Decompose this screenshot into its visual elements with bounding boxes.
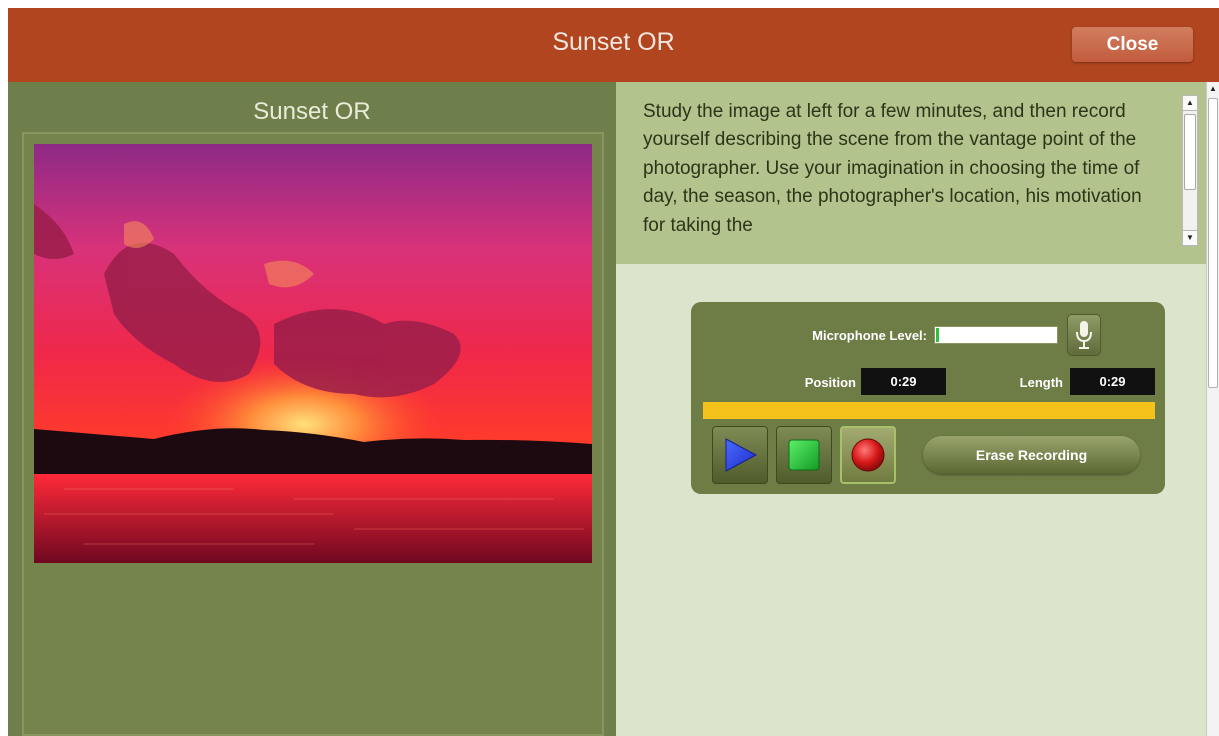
microphone-level-fill — [936, 328, 939, 342]
playback-progress-bar[interactable] — [703, 402, 1155, 419]
page-scroll-thumb[interactable] — [1208, 98, 1218, 388]
scroll-thumb[interactable] — [1184, 114, 1196, 190]
play-button[interactable] — [712, 426, 768, 484]
microphone-settings-button[interactable] — [1068, 315, 1100, 355]
title-bar: Sunset OR Close — [8, 8, 1219, 82]
window-title: Sunset OR — [552, 28, 675, 56]
playback-progress-fill — [703, 402, 1155, 419]
sunset-photo — [34, 144, 592, 563]
audio-recorder: Microphone Level: Position 0:29 Length 0… — [691, 302, 1165, 494]
image-title: Sunset OR — [253, 98, 371, 125]
position-label: Position — [804, 375, 856, 390]
microphone-icon — [1076, 321, 1092, 349]
instructions-text: Study the image at left for a few minute… — [643, 101, 1142, 236]
microphone-level-label: Microphone Level: — [812, 328, 927, 343]
record-icon — [851, 438, 885, 472]
record-button[interactable] — [840, 426, 896, 484]
sunset-image — [34, 144, 592, 563]
close-button[interactable]: Close — [1072, 27, 1193, 62]
scroll-down-arrow-icon[interactable]: ▼ — [1183, 230, 1197, 245]
task-panel: Study the image at left for a few minute… — [616, 82, 1206, 736]
recording-window: Sunset OR Close Sunset OR Study the imag… — [8, 8, 1219, 736]
image-panel: Sunset OR — [8, 82, 616, 736]
play-icon — [725, 438, 758, 472]
erase-recording-button[interactable]: Erase Recording — [923, 436, 1140, 474]
position-value: 0:29 — [861, 368, 946, 395]
instructions-area: Study the image at left for a few minute… — [616, 82, 1206, 264]
stop-icon — [788, 439, 820, 471]
page-scrollbar[interactable]: ▲ — [1206, 82, 1219, 736]
length-label: Length — [1019, 375, 1063, 390]
stop-button[interactable] — [776, 426, 832, 484]
microphone-level-meter — [934, 326, 1058, 344]
scroll-up-arrow-icon[interactable]: ▲ — [1183, 96, 1197, 111]
length-value: 0:29 — [1070, 368, 1155, 395]
page-scroll-up-arrow-icon[interactable]: ▲ — [1207, 82, 1219, 96]
instructions-scrollbar[interactable]: ▲ ▼ — [1182, 95, 1198, 246]
